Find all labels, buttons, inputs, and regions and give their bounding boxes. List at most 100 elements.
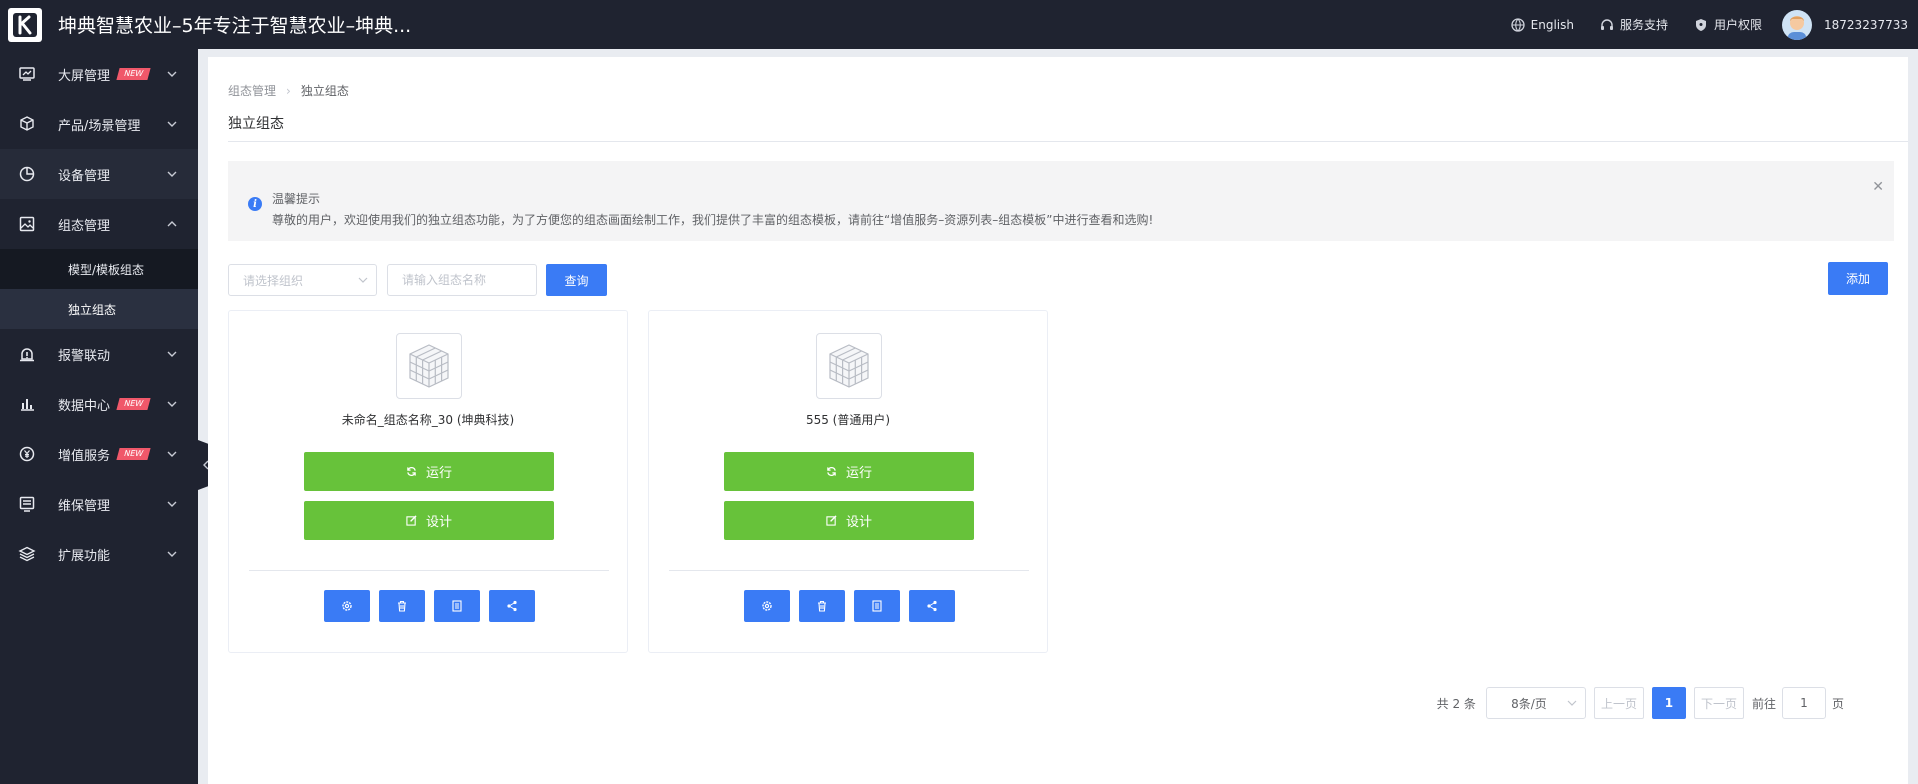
chevron-down-icon — [167, 501, 177, 507]
breadcrumb-parent[interactable]: 组态管理 — [228, 82, 276, 99]
sidebar: 大屏管理 NEW 产品/场景管理 设备管理 组态管理 模型/模板组态 独立组态 … — [0, 49, 198, 784]
support-link[interactable]: 服务支持 — [1600, 16, 1668, 33]
detail-button[interactable] — [434, 590, 480, 622]
settings-button[interactable] — [324, 590, 370, 622]
sidebar-item-product[interactable]: 产品/场景管理 — [0, 99, 198, 149]
shield-icon — [1696, 18, 1706, 31]
run-label: 运行 — [845, 466, 872, 481]
delete-button[interactable] — [799, 590, 845, 622]
config-card: 未命名_组态名称_30 (坤典科技) 运行 设计 — [228, 310, 628, 653]
edit-icon — [826, 515, 837, 526]
design-button[interactable]: 设计 — [304, 501, 554, 540]
share-button[interactable] — [909, 590, 955, 622]
add-button[interactable]: 添加 — [1828, 262, 1888, 295]
delete-button[interactable] — [379, 590, 425, 622]
goto-prefix: 前往 — [1751, 696, 1776, 711]
cubes-icon — [829, 344, 869, 388]
close-icon[interactable]: ✕ — [1872, 179, 1884, 195]
app-logo[interactable] — [8, 7, 42, 42]
next-page-button[interactable]: 下一页 — [1693, 687, 1744, 719]
page-size-value: 8条/页 — [1511, 696, 1547, 711]
share-icon — [927, 600, 937, 612]
cubes-icon — [409, 344, 449, 388]
main-content: 组态管理 › 独立组态 独立组态 i 温馨提示 尊敬的用户，欢迎使用我们的独立组… — [208, 57, 1908, 784]
config-thumbnail[interactable] — [396, 333, 462, 399]
run-button[interactable]: 运行 — [724, 452, 974, 491]
chevron-down-icon — [1567, 700, 1577, 706]
config-name-input[interactable] — [387, 264, 537, 296]
chevron-down-icon — [167, 351, 177, 357]
cube-icon — [18, 115, 36, 133]
detail-button[interactable] — [854, 590, 900, 622]
permission-link[interactable]: 用户权限 — [1694, 16, 1762, 33]
share-icon — [507, 600, 517, 612]
chevron-up-icon — [167, 221, 177, 227]
sidebar-item-value-added[interactable]: 增值服务 NEW — [0, 429, 198, 479]
sidebar-item-config[interactable]: 组态管理 — [0, 199, 198, 249]
refresh-icon — [827, 467, 836, 476]
chevron-down-icon — [358, 277, 368, 283]
goto-page-input[interactable] — [1781, 687, 1826, 719]
sidebar-item-data[interactable]: 数据中心 NEW — [0, 379, 198, 429]
tip-alert: i 温馨提示 尊敬的用户，欢迎使用我们的独立组态功能，为了方便您的组态画面绘制工… — [228, 161, 1894, 241]
page-title: 独立组态 — [228, 116, 284, 132]
prev-page-button[interactable]: 上一页 — [1593, 687, 1644, 719]
document-icon — [872, 600, 882, 612]
headset-icon — [1600, 18, 1613, 30]
language-label: English — [1530, 17, 1574, 32]
sidebar-item-screen[interactable]: 大屏管理 NEW — [0, 49, 198, 99]
chevron-down-icon — [167, 71, 177, 77]
chevron-down-icon — [167, 171, 177, 177]
design-button[interactable]: 设计 — [724, 501, 974, 540]
pagination: 共 2 条 8条/页 上一页 1 下一页 前往 页 — [1437, 687, 1844, 719]
sidebar-item-maintenance[interactable]: 维保管理 — [0, 479, 198, 529]
info-icon: i — [248, 197, 262, 211]
design-label: 设计 — [845, 515, 872, 530]
user-avatar-icon — [1788, 15, 1807, 40]
chevron-down-icon — [167, 451, 177, 457]
globe-icon — [1510, 17, 1525, 32]
config-thumbnail[interactable] — [816, 333, 882, 399]
gear-icon — [342, 601, 352, 611]
top-header: 坤典智慧农业–5年专注于智慧农业–坤典... English 服务支持 用户权限… — [0, 0, 1918, 49]
settings-button[interactable] — [744, 590, 790, 622]
query-button[interactable]: 查询 — [546, 264, 607, 296]
trash-icon — [398, 600, 406, 612]
username[interactable]: 18723237733 — [1824, 18, 1908, 32]
page-number-current[interactable]: 1 — [1651, 687, 1686, 719]
sidebar-item-label: 数据中心 — [58, 398, 111, 414]
new-badge: NEW — [116, 68, 151, 80]
run-label: 运行 — [425, 466, 452, 481]
new-badge: NEW — [116, 398, 151, 410]
breadcrumb-separator-icon: › — [286, 83, 291, 98]
goto-suffix: 页 — [1831, 696, 1844, 711]
share-button[interactable] — [489, 590, 535, 622]
submenu-item-template[interactable]: 模型/模板组态 — [0, 249, 198, 289]
pagination-total: 共 2 条 — [1436, 696, 1476, 711]
org-select[interactable]: 请选择组织 — [228, 264, 377, 296]
card-divider — [669, 570, 1029, 571]
page-size-select[interactable]: 8条/页 — [1485, 687, 1586, 719]
logo-k-icon — [13, 12, 37, 37]
run-button[interactable]: 运行 — [304, 452, 554, 491]
submenu-item-standalone[interactable]: 独立组态 — [0, 289, 198, 329]
trash-icon — [818, 600, 826, 612]
sidebar-item-device[interactable]: 设备管理 — [0, 149, 198, 199]
sidebar-item-label: 大屏管理 — [58, 68, 111, 84]
chevron-down-icon — [167, 401, 177, 407]
monitor-icon — [18, 65, 36, 83]
sidebar-item-extension[interactable]: 扩展功能 — [0, 529, 198, 579]
sidebar-item-label: 增值服务 — [58, 448, 111, 464]
app-title: 坤典智慧农业–5年专注于智慧农业–坤典... — [58, 15, 412, 37]
sidebar-item-alarm[interactable]: 报警联动 — [0, 329, 198, 379]
edit-icon — [406, 515, 417, 526]
avatar[interactable] — [1782, 9, 1813, 40]
sidebar-item-label: 设备管理 — [58, 168, 111, 184]
chevron-down-icon — [167, 551, 177, 557]
alert-title: 温馨提示 — [272, 192, 321, 206]
config-card-name: 未命名_组态名称_30 (坤典科技) — [341, 413, 515, 427]
yen-icon — [18, 445, 36, 463]
support-label: 服务支持 — [1619, 18, 1668, 32]
list-box-icon — [18, 495, 36, 513]
language-switch[interactable]: English — [1510, 17, 1574, 32]
